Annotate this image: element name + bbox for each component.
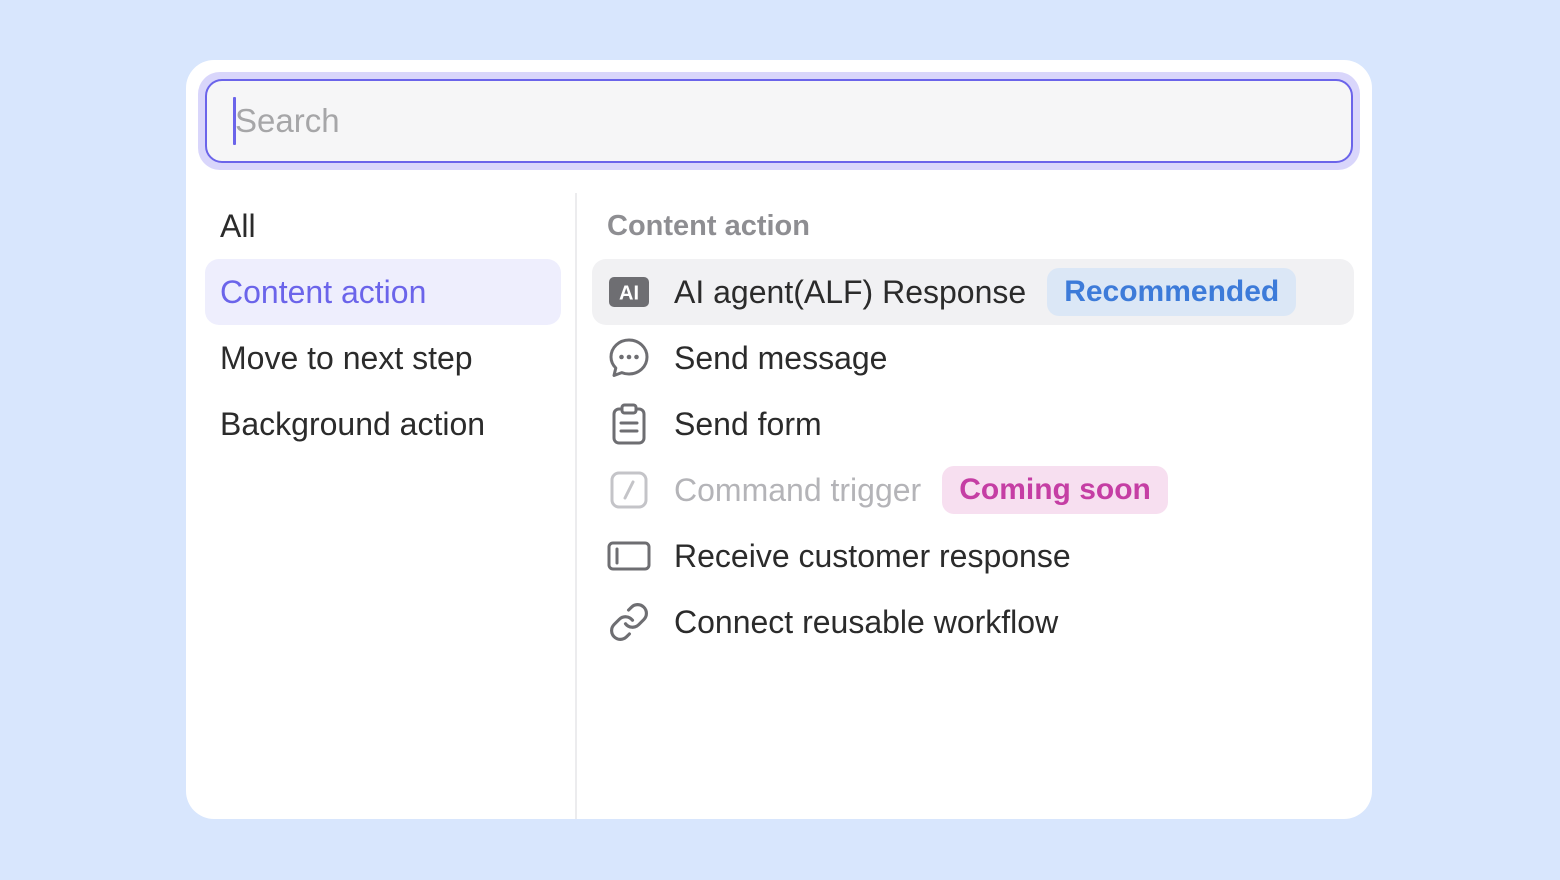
- action-command-trigger: Command trigger Coming soon: [592, 457, 1354, 523]
- column-divider: [575, 193, 577, 819]
- action-list: Content action AI AI agent(ALF) Response…: [592, 193, 1354, 655]
- action-label: Connect reusable workflow: [674, 603, 1059, 640]
- search-focus-ring: [198, 72, 1360, 170]
- category-background-action[interactable]: Background action: [205, 391, 561, 457]
- action-label: Send message: [674, 339, 888, 376]
- chat-bubble-icon: [607, 336, 651, 380]
- ai-badge-icon: AI: [607, 270, 651, 314]
- action-picker-panel: All Content action Move to next step Bac…: [186, 60, 1372, 819]
- category-move-to-next-step[interactable]: Move to next step: [205, 325, 561, 391]
- action-connect-reusable-workflow[interactable]: Connect reusable workflow: [592, 589, 1354, 655]
- input-field-icon: [607, 534, 651, 578]
- action-ai-agent-response[interactable]: AI AI agent(ALF) Response Recommended: [592, 259, 1354, 325]
- category-content-action[interactable]: Content action: [205, 259, 561, 325]
- link-icon: [607, 600, 651, 644]
- action-send-message[interactable]: Send message: [592, 325, 1354, 391]
- category-list: All Content action Move to next step Bac…: [205, 193, 561, 457]
- coming-soon-badge: Coming soon: [942, 466, 1168, 514]
- action-label: Receive customer response: [674, 537, 1071, 574]
- text-caret: [233, 97, 236, 145]
- action-label: AI agent(ALF) Response: [674, 273, 1027, 310]
- svg-text:AI: AI: [619, 283, 639, 305]
- clipboard-icon: [607, 402, 651, 446]
- action-send-form[interactable]: Send form: [592, 391, 1354, 457]
- action-receive-customer-response[interactable]: Receive customer response: [592, 523, 1354, 589]
- action-label: Send form: [674, 405, 822, 442]
- slash-command-icon: [607, 468, 651, 512]
- recommended-badge: Recommended: [1047, 268, 1297, 316]
- action-label: Command trigger: [674, 471, 922, 508]
- category-all[interactable]: All: [205, 193, 561, 259]
- section-title: Content action: [607, 210, 810, 242]
- search-input[interactable]: [205, 79, 1353, 163]
